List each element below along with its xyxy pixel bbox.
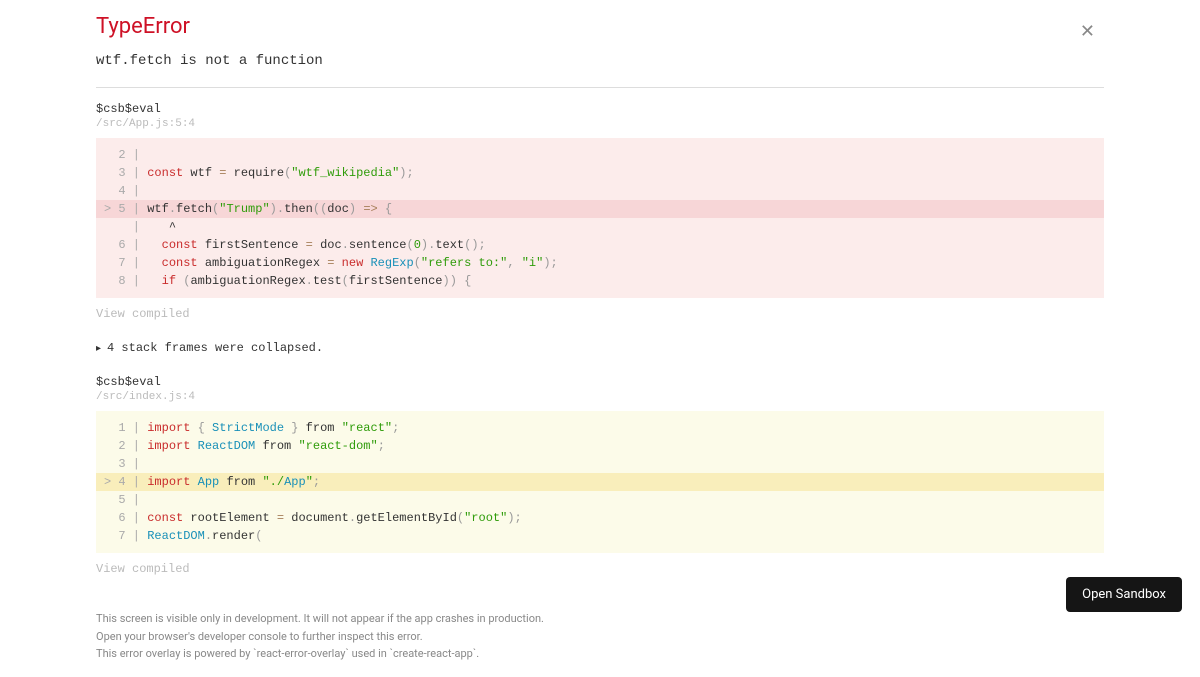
code-line: 3 | const wtf = require("wtf_wikipedia")… bbox=[96, 164, 1104, 182]
footer-text: This screen is visible only in developme… bbox=[96, 610, 1104, 663]
collapsed-frames-toggle[interactable]: 4 stack frames were collapsed. bbox=[96, 341, 1104, 355]
error-message: wtf.fetch is not a function bbox=[96, 53, 1104, 69]
code-line: 1 | import { StrictMode } from "react"; bbox=[96, 419, 1104, 437]
code-line: 8 | if (ambiguationRegex.test(firstSente… bbox=[96, 272, 1104, 290]
code-line: 6 | const firstSentence = doc.sentence(0… bbox=[96, 236, 1104, 254]
frame-location: /src/App.js:5:4 bbox=[96, 118, 1104, 130]
footer-line: Open your browser's developer console to… bbox=[96, 628, 1104, 646]
footer-line: This screen is visible only in developme… bbox=[96, 610, 1104, 628]
code-block: 2 | 3 | const wtf = require("wtf_wikiped… bbox=[96, 138, 1104, 298]
code-line: 3 | bbox=[96, 455, 1104, 473]
divider bbox=[96, 87, 1104, 88]
footer-line: This error overlay is powered by `react-… bbox=[96, 645, 1104, 663]
frame-label: $csb$eval bbox=[96, 102, 1104, 116]
code-line: 7 | const ambiguationRegex = new RegExp(… bbox=[96, 254, 1104, 272]
code-line: 7 | ReactDOM.render( bbox=[96, 527, 1104, 545]
code-line: > 4 | import App from "./App"; bbox=[96, 473, 1104, 491]
code-line: 4 | bbox=[96, 182, 1104, 200]
open-sandbox-button[interactable]: Open Sandbox bbox=[1066, 577, 1182, 612]
error-type: TypeError bbox=[96, 14, 1104, 39]
view-compiled-link[interactable]: View compiled bbox=[96, 307, 190, 321]
code-line: > 5 | wtf.fetch("Trump").then((doc) => { bbox=[96, 200, 1104, 218]
code-line: 2 | bbox=[96, 146, 1104, 164]
code-line: 2 | import ReactDOM from "react-dom"; bbox=[96, 437, 1104, 455]
view-compiled-link[interactable]: View compiled bbox=[96, 562, 190, 576]
frame-label: $csb$eval bbox=[96, 375, 1104, 389]
code-block: 1 | import { StrictMode } from "react"; … bbox=[96, 411, 1104, 553]
error-overlay: TypeError wtf.fetch is not a function $c… bbox=[0, 0, 1200, 677]
code-line: 6 | const rootElement = document.getElem… bbox=[96, 509, 1104, 527]
code-line: | ^ bbox=[96, 218, 1104, 236]
code-line: 5 | bbox=[96, 491, 1104, 509]
frame-location: /src/index.js:4 bbox=[96, 391, 1104, 403]
